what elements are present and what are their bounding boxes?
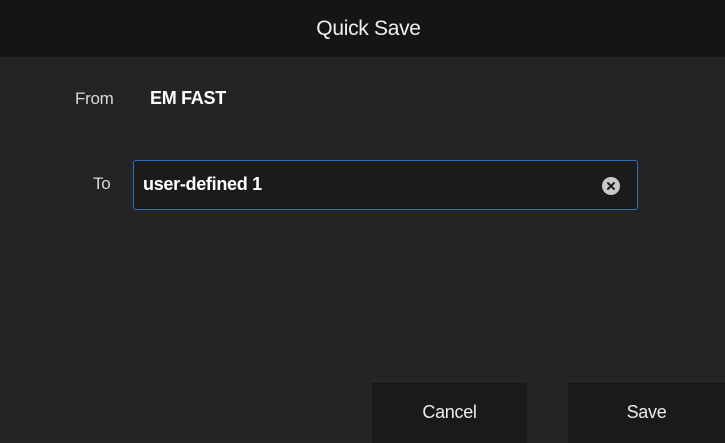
to-label: To [93,174,111,193]
from-value: EM FAST [150,88,226,108]
x-glyph [607,182,615,190]
dialog-title: Quick Save [316,16,421,40]
quick-save-dialog: Quick Save From EM FAST To user-defined … [0,0,725,443]
to-name-input[interactable]: user-defined 1 [133,160,638,210]
save-button[interactable]: Save [568,381,725,443]
dialog-titlebar: Quick Save [0,0,725,57]
from-label: From [75,89,114,108]
to-input-value[interactable]: user-defined 1 [143,174,262,195]
cancel-button-label: Cancel [422,402,477,422]
save-button-label: Save [626,402,667,422]
clear-icon[interactable] [602,177,620,195]
cancel-button[interactable]: Cancel [372,381,527,443]
